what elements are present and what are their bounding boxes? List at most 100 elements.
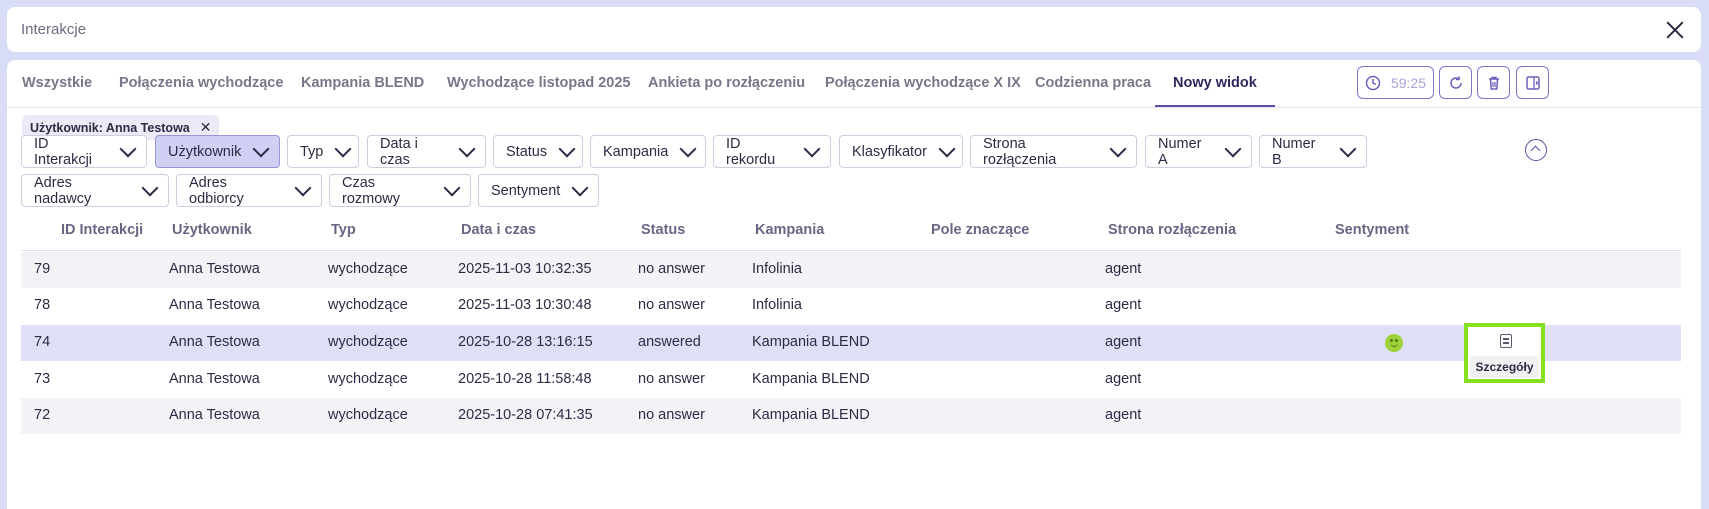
trash-icon [1488, 76, 1499, 90]
column-header[interactable]: Strona rozłączenia [1108, 222, 1236, 238]
cell-campaign: Kampania BLEND [752, 334, 870, 350]
column-header[interactable]: ID Interakcji [61, 222, 143, 238]
filter-adres-odbiorcy[interactable]: Adres odbiorcy [176, 174, 322, 207]
cell-status: no answer [638, 407, 705, 423]
filter-typ[interactable]: Typ [287, 135, 359, 168]
column-header[interactable]: Status [641, 222, 685, 238]
filter-klasyfikator[interactable]: Klasyfikator [839, 135, 963, 168]
filter-label: Numer A [1158, 135, 1202, 168]
chevron-down-icon [119, 140, 137, 158]
tab-ankieta[interactable]: Ankieta po rozłączeniu [648, 75, 805, 107]
filter-kampania[interactable]: Kampania [590, 135, 706, 168]
tab-wychodzace-listopad[interactable]: Wychodzące listopad 2025 [447, 75, 630, 107]
column-header[interactable]: Kampania [755, 222, 824, 238]
table-row-selected[interactable]: 74 Anna Testowa wychodzące 2025-10-28 13… [21, 325, 1681, 361]
cell-status: no answer [638, 297, 705, 313]
filter-status[interactable]: Status [493, 135, 583, 168]
cell-campaign: Infolinia [752, 261, 802, 277]
cell-disconnect-side: agent [1105, 334, 1142, 350]
filter-numer-b[interactable]: Numer B [1259, 135, 1367, 168]
filter-label: Klasyfikator [852, 143, 927, 160]
clock-icon [1365, 75, 1381, 90]
filter-sentyment[interactable]: Sentyment [478, 174, 599, 207]
cell-id: 72 [34, 407, 51, 423]
document-icon[interactable] [1500, 334, 1512, 348]
cell-campaign: Infolinia [752, 297, 802, 313]
table-row[interactable]: 73 Anna Testowa wychodzące 2025-10-28 11… [21, 362, 1681, 398]
smiley-positive-icon [1385, 334, 1403, 352]
chevron-down-icon [558, 140, 576, 158]
window-title: Interakcje [21, 21, 87, 38]
cell-type: wychodzące [328, 261, 408, 277]
chevron-down-icon [141, 179, 159, 197]
cell-type: wychodzące [328, 407, 408, 423]
exit-panel-button[interactable] [1516, 66, 1549, 99]
tab-kampania-blend[interactable]: Kampania BLEND [301, 75, 424, 107]
chevron-down-icon [252, 140, 270, 158]
filter-uzytkownik[interactable]: Użytkownik [155, 135, 280, 168]
cell-id: 78 [34, 297, 51, 313]
filter-label: Czas rozmowy [342, 174, 401, 207]
filter-id-interakcji[interactable]: ID Interakcji [21, 135, 147, 168]
cell-type: wychodzące [328, 334, 408, 350]
cell-datetime: 2025-11-03 10:32:35 [458, 261, 592, 277]
chevron-down-icon [803, 140, 821, 158]
filter-label: Kampania [603, 143, 669, 160]
cell-datetime: 2025-10-28 13:16:15 [458, 334, 593, 350]
chevron-down-icon [458, 140, 476, 158]
filter-label: Użytkownik [168, 143, 242, 160]
filter-label: Adres nadawcy [34, 174, 92, 207]
filter-adres-nadawcy[interactable]: Adres nadawcy [21, 174, 169, 207]
refresh-icon [1449, 76, 1462, 89]
column-header[interactable]: Pole znaczące [931, 222, 1029, 238]
cell-status: answered [638, 334, 701, 350]
filter-czas-rozmowy[interactable]: Czas rozmowy [329, 174, 471, 207]
chevron-down-icon [938, 140, 956, 158]
column-header[interactable]: Typ [331, 222, 356, 238]
cell-disconnect-side: agent [1105, 371, 1142, 387]
collapse-filters-icon[interactable] [1525, 139, 1547, 161]
column-header[interactable]: Data i czas [461, 222, 536, 238]
tab-nowy-widok[interactable]: Nowy widok [1155, 75, 1275, 107]
filter-label: Strona rozłączenia [983, 135, 1057, 168]
cell-datetime: 2025-10-28 11:58:48 [458, 371, 592, 387]
cell-status: no answer [638, 261, 705, 277]
tab-polaczenia-wychodzace-x-ix[interactable]: Połączenia wychodzące X IX [825, 75, 1021, 107]
cell-datetime: 2025-10-28 07:41:35 [458, 407, 593, 423]
table-row[interactable]: 72 Anna Testowa wychodzące 2025-10-28 07… [21, 398, 1681, 434]
filter-id-rekordu[interactable]: ID rekordu [713, 135, 831, 168]
panel-exit-icon [1525, 75, 1540, 90]
delete-button[interactable] [1477, 66, 1510, 99]
filter-data-i-czas[interactable]: Data i czas [367, 135, 486, 168]
cell-user: Anna Testowa [169, 261, 260, 277]
filter-label: Typ [300, 143, 324, 160]
cell-disconnect-side: agent [1105, 407, 1142, 423]
filter-label: Status [506, 143, 548, 160]
refresh-button[interactable] [1439, 66, 1472, 99]
table-row[interactable]: 78 Anna Testowa wychodzące 2025-11-03 10… [21, 288, 1681, 324]
table-header: ID Interakcji Użytkownik Typ Data i czas… [21, 218, 1681, 251]
chevron-down-icon [1224, 140, 1242, 158]
cell-user: Anna Testowa [169, 334, 260, 350]
chip-remove-icon[interactable]: ✕ [200, 119, 212, 136]
filter-label: Sentyment [491, 182, 561, 199]
chevron-down-icon [334, 140, 352, 158]
timer-button[interactable]: 59:25 [1357, 66, 1434, 99]
tab-codzienna-praca[interactable]: Codzienna praca [1035, 75, 1151, 107]
chevron-down-icon [294, 179, 312, 197]
column-header[interactable]: Użytkownik [172, 222, 252, 238]
details-action-highlight[interactable]: Szczegóły [1464, 323, 1545, 383]
tab-wszystkie[interactable]: Wszystkie [22, 75, 92, 107]
window-titlebar: Interakcje [7, 7, 1701, 52]
cell-user: Anna Testowa [169, 371, 260, 387]
view-tabs: Wszystkie Połączenia wychodzące Kampania… [7, 60, 1701, 108]
table-row[interactable]: 79 Anna Testowa wychodzące 2025-11-03 10… [21, 252, 1681, 288]
filter-label: ID rekordu [726, 135, 776, 168]
filter-label: ID Interakcji [34, 135, 93, 168]
close-icon[interactable] [1665, 20, 1685, 40]
filter-numer-a[interactable]: Numer A [1145, 135, 1252, 168]
details-tooltip: Szczegóły [1470, 356, 1539, 378]
filter-strona-rozlaczenia[interactable]: Strona rozłączenia [970, 135, 1137, 168]
column-header[interactable]: Sentyment [1335, 222, 1409, 238]
tab-polaczenia-wychodzace[interactable]: Połączenia wychodzące [119, 75, 283, 107]
